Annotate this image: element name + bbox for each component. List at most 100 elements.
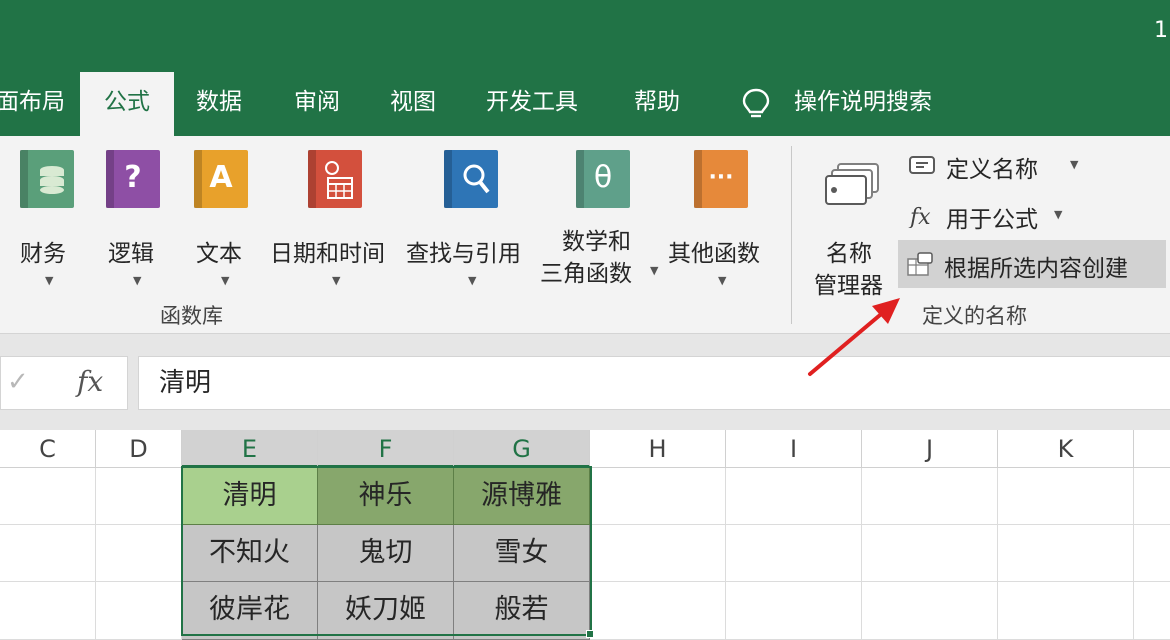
lookup-reference-button[interactable]: 查找与引用 ▼	[406, 150, 536, 300]
define-name-label: 定义名称	[946, 157, 1038, 183]
chevron-down-icon: ▼	[1054, 208, 1063, 221]
cell[interactable]	[1134, 525, 1170, 582]
cell-g1[interactable]: 源博雅	[454, 468, 590, 525]
create-from-selection-label: 根据所选内容创建	[944, 256, 1128, 282]
formula-bar-controls: ✓ fx	[0, 356, 128, 410]
cell[interactable]	[998, 582, 1134, 640]
formula-bar: ✓ fx 清明	[0, 334, 1170, 430]
title-bar: 1	[0, 0, 1170, 72]
name-manager-button[interactable]: 名称 管理器	[812, 150, 896, 300]
cell[interactable]	[0, 582, 96, 640]
date-time-book-icon	[308, 150, 362, 208]
cell[interactable]	[726, 468, 862, 525]
cell[interactable]	[862, 582, 998, 640]
tab-page-layout[interactable]: 面布局	[0, 72, 65, 136]
create-from-selection-button[interactable]: 根据所选内容创建	[898, 240, 1166, 288]
cell[interactable]	[1134, 468, 1170, 525]
logical-button[interactable]: ? 逻辑 ▼	[100, 150, 164, 300]
cell-e3[interactable]: 彼岸花	[182, 582, 318, 640]
chevron-down-icon: ▼	[221, 274, 230, 287]
cell-e1[interactable]: 清明	[182, 468, 318, 525]
cell[interactable]	[0, 525, 96, 582]
name-manager-icon	[825, 163, 879, 205]
lightbulb-icon	[742, 88, 770, 118]
svg-text:fx: fx	[908, 205, 931, 228]
define-name-icon	[909, 156, 935, 174]
ribbon: 财务 ▼ ? 逻辑 ▼ A 文本 ▼ 日期和时间 ▼ 查找与引用 ▼ θ 数学和…	[0, 136, 1170, 334]
ribbon-group-divider	[791, 146, 792, 324]
column-header-row: C D E F G H I J K	[0, 430, 1170, 468]
column-header-k[interactable]: K	[998, 430, 1134, 468]
more-functions-label: 其他函数	[668, 241, 760, 267]
tab-developer[interactable]: 开发工具	[486, 72, 578, 136]
tab-data[interactable]: 数据	[196, 72, 242, 136]
column-header-f[interactable]: F	[318, 430, 454, 468]
cell[interactable]	[998, 525, 1134, 582]
cell[interactable]	[862, 525, 998, 582]
date-time-label: 日期和时间	[270, 241, 385, 267]
title-text: 1	[1154, 18, 1168, 43]
column-header-next[interactable]	[1134, 430, 1170, 468]
more-functions-button[interactable]: ··· 其他函数 ▼	[668, 150, 778, 300]
use-in-formula-button[interactable]: fx 用于公式 ▼	[900, 194, 1100, 236]
column-header-i[interactable]: I	[726, 430, 862, 468]
cell-f2[interactable]: 鬼切	[318, 525, 454, 582]
tab-view[interactable]: 视图	[390, 72, 436, 136]
financial-book-icon	[20, 150, 74, 208]
chevron-down-icon: ▼	[1070, 158, 1079, 171]
use-in-formula-label: 用于公式	[946, 207, 1038, 233]
chevron-down-icon: ▼	[332, 274, 341, 287]
chevron-down-icon: ▼	[45, 274, 54, 287]
tab-review[interactable]: 审阅	[294, 72, 340, 136]
cell[interactable]	[1134, 582, 1170, 640]
create-from-selection-icon	[907, 252, 933, 276]
cell[interactable]	[590, 468, 726, 525]
column-header-c[interactable]: C	[0, 430, 96, 468]
lookup-reference-label: 查找与引用	[406, 241, 521, 267]
text-label: 文本	[196, 241, 242, 267]
worksheet-grid: 清明 神乐 源博雅 不知火 鬼切 雪女 彼岸花 妖刀姬 般若	[0, 468, 1170, 640]
function-library-group-label: 函数库	[160, 304, 223, 328]
cell[interactable]	[0, 468, 96, 525]
cell-f1[interactable]: 神乐	[318, 468, 454, 525]
cell-g2[interactable]: 雪女	[454, 525, 590, 582]
define-name-button[interactable]: 定义名称 ▼	[900, 144, 1100, 186]
math-trig-label-2: 三角函数	[540, 261, 632, 287]
column-header-h[interactable]: H	[590, 430, 726, 468]
cell[interactable]	[862, 468, 998, 525]
math-book-icon: θ	[576, 150, 630, 208]
tab-formulas[interactable]: 公式	[80, 72, 174, 138]
fill-handle[interactable]	[586, 630, 594, 638]
column-header-d[interactable]: D	[96, 430, 182, 468]
column-header-g[interactable]: G	[454, 430, 590, 468]
cell[interactable]	[590, 582, 726, 640]
use-in-formula-icon: fx	[908, 205, 931, 228]
math-trig-button[interactable]: θ 数学和 三角函数 ▼	[540, 150, 664, 300]
lookup-book-icon	[444, 150, 498, 208]
chevron-down-icon: ▼	[650, 264, 659, 277]
cell[interactable]	[726, 582, 862, 640]
financial-button[interactable]: 财务 ▼	[14, 150, 78, 300]
formula-input[interactable]: 清明	[138, 356, 1170, 410]
defined-names-group-label: 定义的名称	[922, 304, 1027, 328]
tell-me-search[interactable]: 操作说明搜索	[794, 72, 932, 136]
cell-g3[interactable]: 般若	[454, 582, 590, 640]
cell[interactable]	[726, 525, 862, 582]
cell-e2[interactable]: 不知火	[182, 525, 318, 582]
chevron-down-icon: ▼	[133, 274, 142, 287]
insert-function-icon[interactable]: fx	[77, 365, 103, 398]
cell[interactable]	[96, 468, 182, 525]
column-header-j[interactable]: J	[862, 430, 998, 468]
cell[interactable]	[998, 468, 1134, 525]
tab-help[interactable]: 帮助	[634, 72, 680, 136]
more-functions-book-icon: ···	[694, 150, 748, 208]
check-icon[interactable]: ✓	[7, 367, 29, 397]
text-button[interactable]: A 文本 ▼	[188, 150, 252, 300]
cell-f3[interactable]: 妖刀姬	[318, 582, 454, 640]
date-time-button[interactable]: 日期和时间 ▼	[270, 150, 400, 300]
column-header-e[interactable]: E	[182, 430, 318, 468]
cell[interactable]	[96, 525, 182, 582]
cell[interactable]	[96, 582, 182, 640]
annotation-arrow	[808, 298, 900, 376]
cell[interactable]	[590, 525, 726, 582]
